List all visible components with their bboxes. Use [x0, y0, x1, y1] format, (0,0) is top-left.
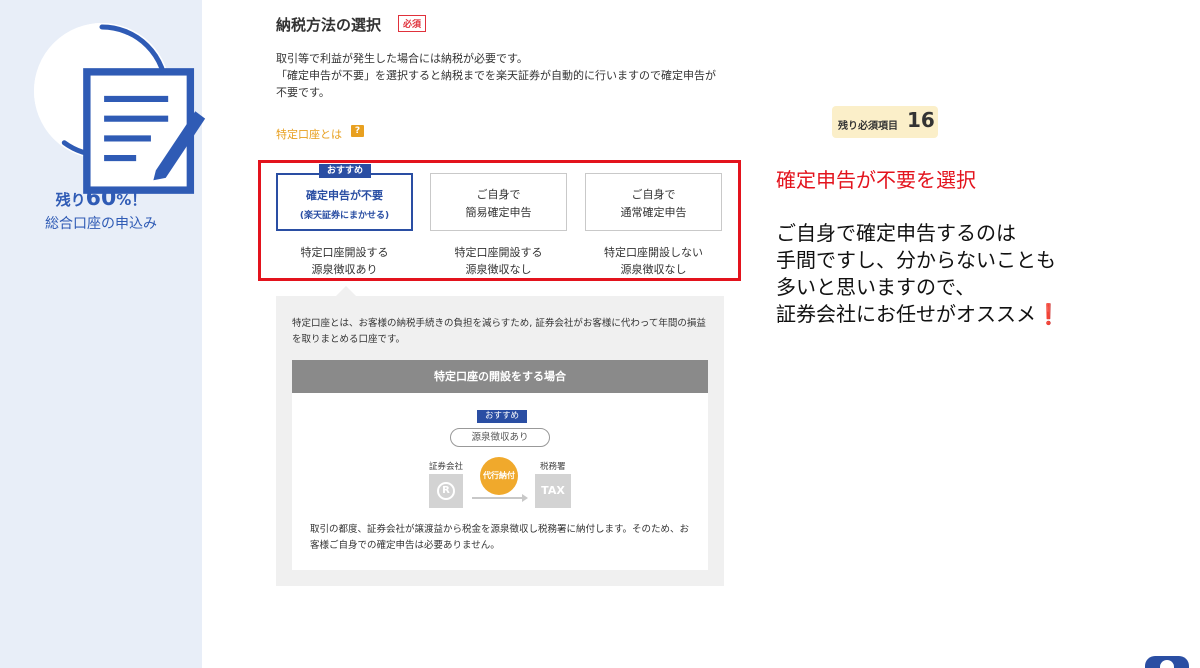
intro-text: 取引等で利益が発生した場合には納税が必要です。 「確定申告が不要」を選択すると納…	[276, 50, 726, 101]
broker-logo-glyph: R	[437, 482, 455, 500]
option-description: 特定口座開設する 源泉徴収あり	[276, 244, 413, 278]
option-sublabel: 通常確定申告	[620, 206, 687, 219]
option-label: ご自身で	[631, 188, 676, 201]
option-simple-tax-return[interactable]: ご自身で 簡易確定申告	[430, 173, 567, 231]
option-description: 特定口座開設する 源泉徴収なし	[430, 244, 567, 278]
intro-line-2: 「確定申告が不要」を選択すると納税までを楽天証券が自動的に行いますので確定申告が…	[276, 69, 716, 99]
proxy-payment-badge: 代行納付	[480, 457, 518, 495]
annotation-line: 多いと思いますので、	[776, 275, 976, 299]
recommend-badge: おすすめ	[319, 164, 371, 178]
annotation-line: ご自身で確定申告するのは	[776, 221, 1016, 245]
tokutei-account-link[interactable]: 特定口座とは	[276, 126, 342, 142]
option-no-tax-return[interactable]: 確定申告が不要 (楽天証券にまかせる)	[276, 173, 413, 231]
sidebar-subtitle: 総合口座の申込み	[45, 216, 157, 232]
option-desc-line: 源泉徴収あり	[311, 263, 378, 276]
remaining-percent: 残り60%！	[55, 186, 147, 211]
option-desc-line: 源泉徴収なし	[465, 263, 532, 276]
corner-help-button[interactable]	[1145, 656, 1189, 668]
option-label: 確定申告が不要	[306, 189, 383, 202]
case-title: 特定口座の開設をする場合	[292, 360, 708, 393]
annotation-line: 手間ですし、分からないことも	[776, 248, 1056, 272]
remaining-required-label: 残り必須項目	[838, 121, 898, 132]
case-description: 取引の都度、証券会社が譲渡益から税金を源泉徴収し税務署に納付します。そのため、お…	[310, 524, 690, 551]
remaining-required-tag: 残り必須項目 16	[832, 106, 938, 138]
broker-label: 証券会社	[429, 462, 464, 472]
broker-icon: R	[429, 474, 463, 508]
option-desc-line: 特定口座開設する	[300, 246, 389, 259]
option-normal-tax-return[interactable]: ご自身で 通常確定申告	[585, 173, 722, 231]
intro-line-1: 取引等で利益が発生した場合には納税が必要です。	[276, 52, 528, 65]
annotation-body: ご自身で確定申告するのは 手間ですし、分からないことも 多いと思いますので、 証…	[776, 220, 1061, 328]
annotation-headline: 確定申告が不要を選択	[776, 168, 976, 192]
option-desc-line: 特定口座開設する	[454, 246, 543, 259]
section-title: 納税方法の選択	[276, 16, 382, 34]
case-recommend-badge: おすすめ	[477, 410, 527, 423]
progress-ring	[33, 22, 206, 194]
document-edit-icon	[77, 62, 206, 194]
tax-office-label: 税務署	[540, 462, 566, 472]
option-desc-line: 特定口座開設しない	[604, 246, 703, 259]
withholding-pill: 源泉徴収あり	[450, 428, 550, 447]
remaining-required-count: 16	[907, 108, 935, 132]
flow-arrow	[472, 494, 528, 502]
tax-office-icon: TAX	[535, 474, 571, 508]
option-label: ご自身で	[476, 188, 521, 201]
sidebar: 残り60%！ 総合口座の申込み	[0, 0, 206, 668]
person-icon	[1160, 660, 1174, 668]
option-description: 特定口座開設しない 源泉徴収なし	[585, 244, 722, 278]
info-text: 特定口座とは、お客様の納税手続きの負担を減らすため, 証券会社がお客様に代わって…	[292, 318, 706, 345]
exclamation-icon: ❗	[1036, 302, 1061, 326]
case-card: 特定口座の開設をする場合 おすすめ 源泉徴収あり 証券会社 税務署 R 代行納付…	[292, 360, 708, 570]
info-pointer	[336, 286, 356, 296]
option-sublabel: 簡易確定申告	[465, 206, 532, 219]
option-desc-line: 源泉徴収なし	[620, 263, 687, 276]
option-sublabel: (楽天証券にまかせる)	[299, 211, 390, 221]
required-badge: 必須	[398, 15, 427, 32]
annotation-line: 証券会社にお任せがオススメ❗	[776, 302, 1061, 326]
help-icon[interactable]: ?	[351, 125, 364, 137]
